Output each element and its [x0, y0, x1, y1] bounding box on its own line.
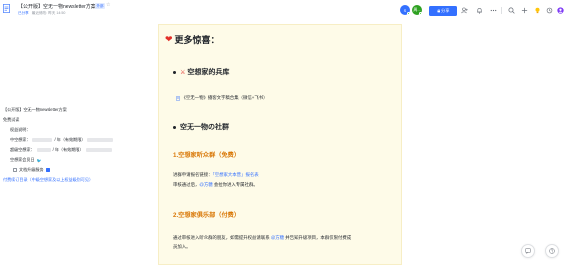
bullet: [173, 70, 176, 74]
mention-fangtang[interactable]: @方糖: [271, 235, 284, 240]
signup-form-link[interactable]: 「空想家大本营」报名表: [213, 172, 259, 177]
document-title[interactable]: 【公开版】空无一物newsletter方案: [18, 3, 96, 10]
redacted-price: [36, 148, 51, 152]
comment-button[interactable]: [521, 244, 535, 258]
outline-footer-link[interactable]: 付费续订目录（中级空想家及以上权益级别可见）: [3, 177, 93, 183]
top-bar: 【公开版】空无一物newsletter方案 外部 ☆ 已分享 最近修改: 昨天 …: [0, 0, 567, 22]
bird-icon: 🐦: [36, 157, 42, 163]
outline-super-tier[interactable]: 超级空想家： / 年（有效期限）: [10, 147, 112, 153]
bell-icon[interactable]: [474, 5, 484, 15]
share-button[interactable]: 分享: [429, 6, 457, 16]
collection-link[interactable]: 《空无一物》播客文字稿合集（微信+飞书）: [176, 95, 268, 101]
fan-group-heading: 1.空想家听众群（免费）: [173, 152, 241, 159]
club-info-line-2: 员加入。: [173, 244, 191, 249]
swords-icon: ⚔: [180, 69, 186, 76]
outline-upgrade[interactable]: 文档升级服务: [13, 167, 50, 173]
star-icon[interactable]: ☆: [106, 2, 110, 8]
lock-icon: [437, 9, 440, 13]
plus-icon[interactable]: [519, 5, 529, 15]
check-icon: [13, 168, 17, 172]
comment-icon: [525, 248, 531, 254]
toolbar-divider: [501, 7, 502, 14]
last-modified: 最近修改: 昨天 14:50: [31, 11, 66, 15]
main-heading: ❤ 更多惊喜：: [165, 34, 220, 45]
user-avatar-icon[interactable]: [555, 5, 565, 15]
outline-middle-tier[interactable]: 中空想家： / 年（有效期限）: [10, 137, 114, 143]
badge-icon: [45, 168, 50, 172]
redacted-date: [85, 148, 112, 152]
document-icon: [3, 4, 10, 13]
online-indicator: [419, 12, 422, 15]
lightbulb-icon[interactable]: [532, 5, 542, 15]
help-button[interactable]: [545, 244, 559, 258]
more-icon[interactable]: [488, 5, 498, 15]
online-indicator: [407, 12, 410, 15]
outline-free-trial[interactable]: 免费试读: [3, 117, 19, 123]
fan-signup-line: 进群申请报名链接：「空想家大本营」报名表: [173, 172, 259, 177]
outline-rights[interactable]: 权益说明：: [10, 127, 30, 133]
mention-fangtang[interactable]: @方糖: [199, 182, 212, 187]
bullet: [173, 125, 176, 129]
arsenal-heading: ⚔ 空想家的兵库: [173, 67, 229, 77]
heart-icon: ❤: [165, 34, 173, 44]
search-icon[interactable]: [506, 5, 516, 15]
redacted-date: [87, 138, 114, 142]
social-heading: 空无一物の社群: [173, 122, 229, 132]
history-icon[interactable]: [544, 5, 554, 15]
outline-fan-group[interactable]: 空想家会员日 🐦: [10, 157, 42, 163]
share-status: 已分享: [18, 11, 29, 15]
outline-title[interactable]: 【公开版】空无一物newsletter方案: [3, 107, 67, 113]
redacted-price: [32, 138, 53, 142]
doc-link-icon: [176, 95, 180, 101]
document-subtitle: 已分享 最近修改: 昨天 14:50: [18, 11, 65, 16]
highlight-callout: ❤ 更多惊喜： ⚔ 空想家的兵库 《空无一物》播客文字稿合集（微信+飞书） 空无…: [158, 24, 402, 265]
club-heading: 2.空想家俱乐部（付费）: [173, 212, 241, 219]
fan-approval-line: 审核通过后，@方糖 会拉你进入专属社群。: [173, 182, 258, 187]
person-add-icon[interactable]: [459, 5, 469, 15]
help-icon: [549, 248, 555, 254]
external-badge: 外部: [95, 3, 105, 9]
club-info-line: 通过审核进入听众群的朋友，如需提升权益请联系 @方糖 并告知升级项目，本群仅限付…: [173, 235, 352, 240]
